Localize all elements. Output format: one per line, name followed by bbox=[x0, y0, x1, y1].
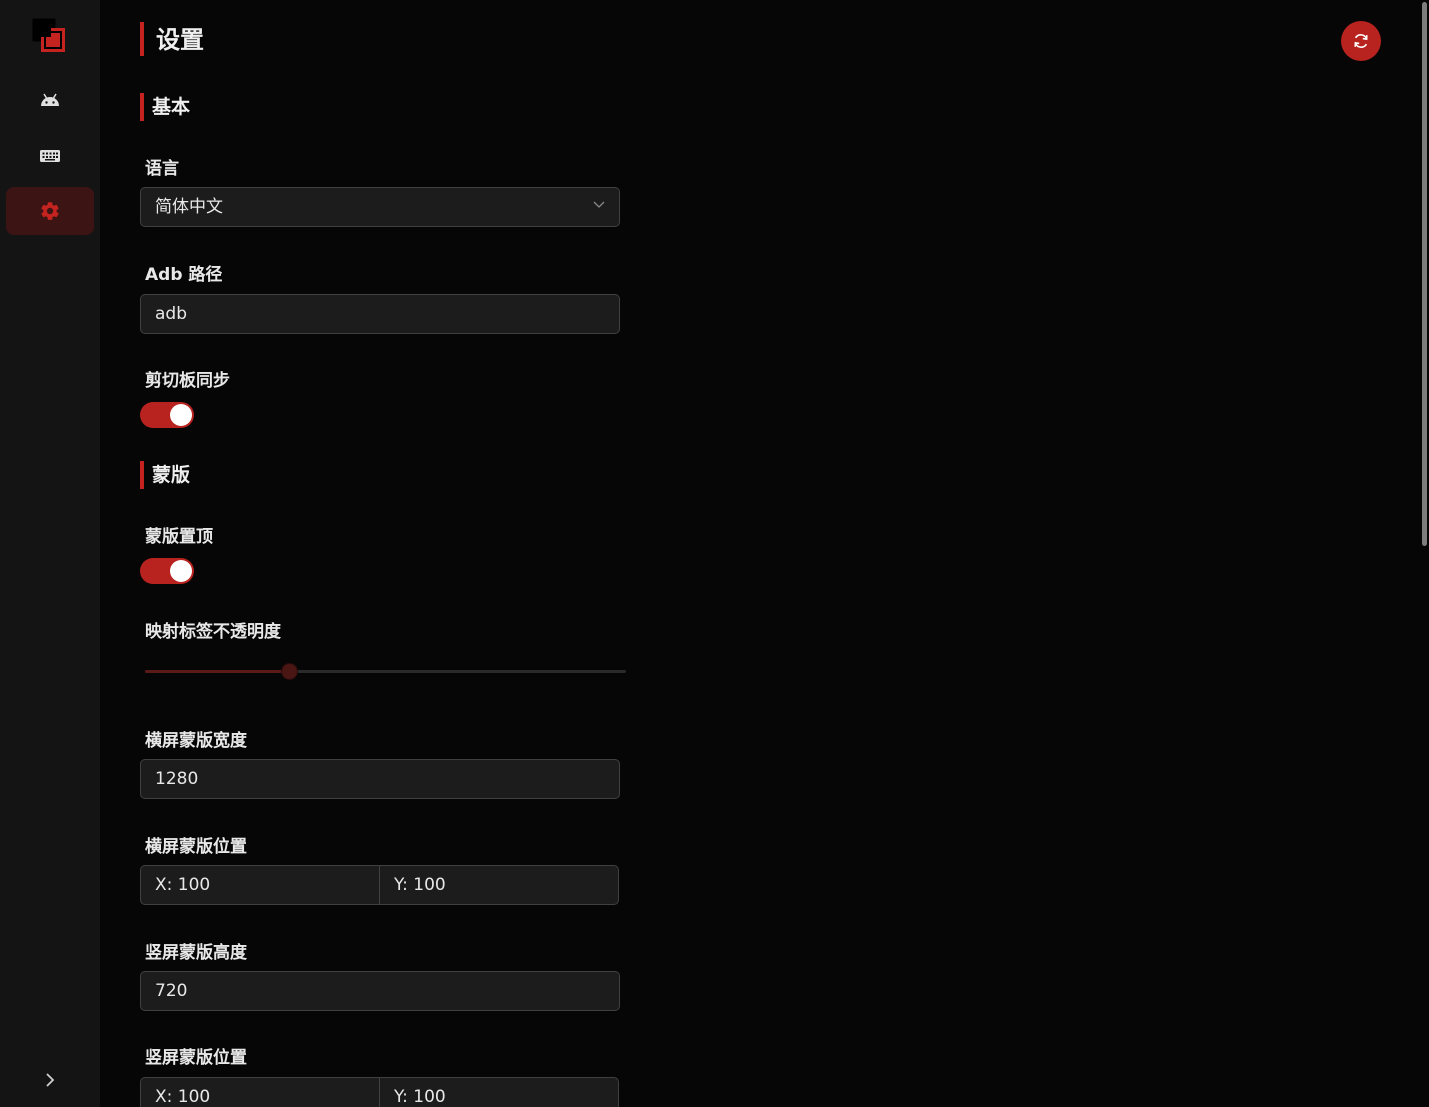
app-logo bbox=[32, 18, 68, 54]
mask-on-top-label: 蒙版置顶 bbox=[145, 527, 213, 547]
adb-path-input[interactable]: adb bbox=[140, 294, 620, 334]
clipboard-sync-label: 剪切板同步 bbox=[145, 371, 230, 391]
language-select[interactable]: 简体中文 bbox=[140, 187, 620, 227]
landscape-position-group: X: 100 Y: 100 bbox=[140, 865, 619, 905]
android-icon bbox=[41, 93, 59, 106]
portrait-height-input[interactable]: 720 bbox=[140, 971, 620, 1011]
landscape-position-label: 横屏蒙版位置 bbox=[145, 837, 247, 857]
slider-thumb[interactable] bbox=[281, 663, 299, 680]
settings-panel: 设置 基本 语言 简体中文 Adb 路径 adb 剪切板同步 蒙版 蒙版置顶 映… bbox=[100, 0, 1420, 1107]
keyboard-icon bbox=[40, 150, 60, 162]
portrait-position-group: X: 100 Y: 100 bbox=[140, 1077, 619, 1107]
page-title: 设置 bbox=[140, 22, 204, 56]
landscape-width-input[interactable]: 1280 bbox=[140, 759, 620, 799]
landscape-position-x-input[interactable]: X: 100 bbox=[141, 866, 379, 904]
sidebar-item-settings[interactable] bbox=[6, 187, 94, 235]
sidebar-item-device[interactable] bbox=[6, 76, 94, 124]
slider-fill bbox=[145, 670, 290, 673]
toggle-knob bbox=[170, 560, 192, 582]
chevron-down-icon bbox=[593, 201, 605, 208]
label-opacity-slider[interactable] bbox=[145, 661, 626, 681]
app-window: 设置 基本 语言 简体中文 Adb 路径 adb 剪切板同步 蒙版 蒙版置顶 映… bbox=[0, 0, 1429, 1107]
clipboard-sync-toggle[interactable] bbox=[140, 402, 194, 428]
language-label: 语言 bbox=[145, 159, 179, 179]
portrait-position-y-input[interactable]: Y: 100 bbox=[379, 1078, 618, 1107]
scrollbar-thumb[interactable] bbox=[1422, 2, 1427, 546]
portrait-height-value: 720 bbox=[155, 981, 188, 1001]
landscape-position-y-value: Y: 100 bbox=[394, 875, 446, 895]
adb-path-label: Adb 路径 bbox=[145, 265, 223, 285]
chevron-right-icon bbox=[46, 1073, 55, 1087]
sidebar bbox=[0, 0, 100, 1107]
toggle-knob bbox=[170, 404, 192, 426]
label-opacity-label: 映射标签不透明度 bbox=[145, 622, 281, 642]
landscape-width-value: 1280 bbox=[155, 769, 199, 789]
section-title-mask: 蒙版 bbox=[140, 461, 190, 489]
portrait-height-label: 竖屏蒙版高度 bbox=[145, 943, 247, 963]
landscape-position-y-input[interactable]: Y: 100 bbox=[379, 866, 618, 904]
portrait-position-y-value: Y: 100 bbox=[394, 1087, 446, 1107]
mask-on-top-toggle[interactable] bbox=[140, 558, 194, 584]
portrait-position-x-value: X: 100 bbox=[155, 1087, 211, 1107]
adb-path-value: adb bbox=[155, 304, 187, 324]
section-title-basic: 基本 bbox=[140, 93, 190, 121]
landscape-position-x-value: X: 100 bbox=[155, 875, 211, 895]
portrait-position-x-input[interactable]: X: 100 bbox=[141, 1078, 379, 1107]
refresh-icon bbox=[1354, 34, 1368, 48]
portrait-position-label: 竖屏蒙版位置 bbox=[145, 1048, 247, 1068]
landscape-width-label: 横屏蒙版宽度 bbox=[145, 731, 247, 751]
scrollbar[interactable] bbox=[1420, 0, 1429, 1107]
gear-icon bbox=[41, 202, 59, 220]
sidebar-item-keymap[interactable] bbox=[6, 132, 94, 180]
refresh-button[interactable] bbox=[1341, 21, 1381, 61]
language-value: 简体中文 bbox=[155, 197, 223, 217]
expand-sidebar-button[interactable] bbox=[36, 1066, 64, 1094]
